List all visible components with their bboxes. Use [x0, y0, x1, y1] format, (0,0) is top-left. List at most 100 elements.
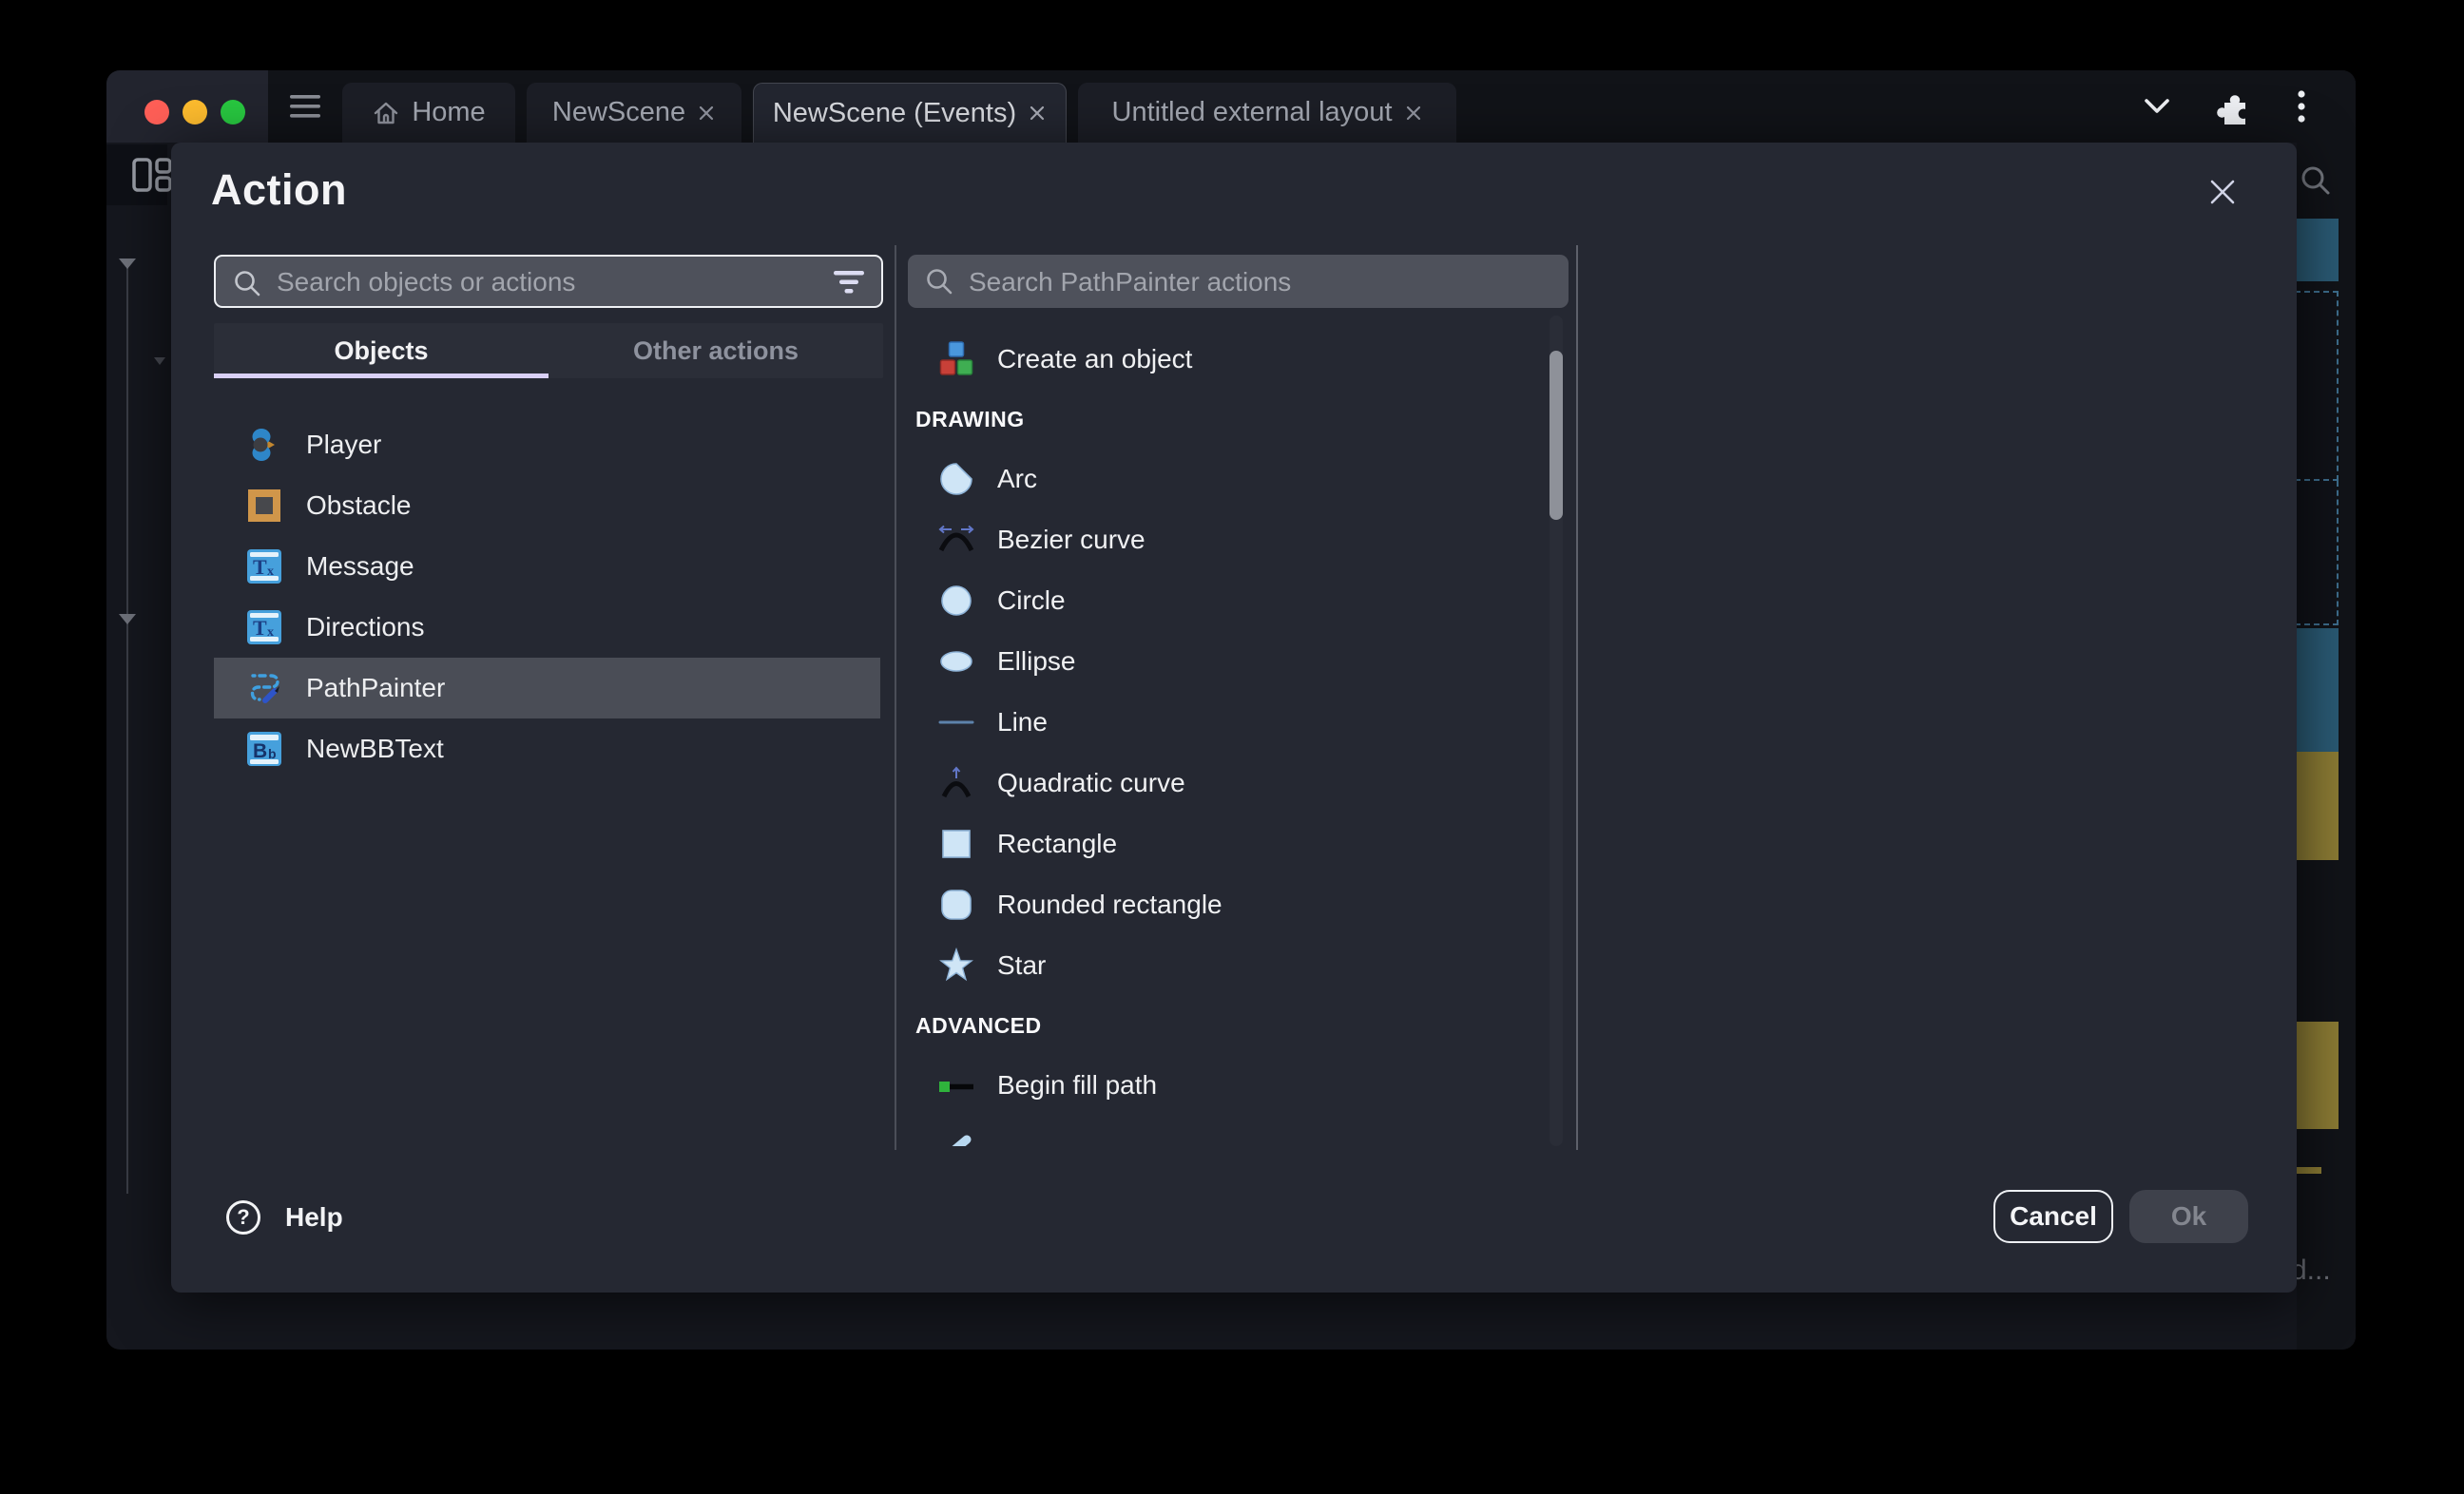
action-item-begin-fill-path[interactable]: Begin fill path [908, 1055, 1535, 1116]
extensions-puzzle-icon[interactable] [2217, 88, 2253, 124]
home-icon [372, 100, 400, 126]
tab-bar: Home NewScene NewScene (Events) Untitled… [106, 70, 2356, 143]
tab-label: Untitled external layout [1112, 97, 1393, 128]
quadratic-curve-icon [936, 763, 976, 803]
objects-search-input[interactable] [275, 257, 811, 308]
path-painter-icon [245, 669, 283, 707]
help-label: Help [285, 1202, 343, 1233]
collapse-arrow-icon[interactable] [154, 357, 165, 365]
hamburger-icon [290, 94, 322, 119]
action-label: Arc [997, 464, 1037, 494]
star-icon [936, 946, 976, 986]
object-panel-tabs: Objects Other actions [214, 323, 883, 378]
tab-other-actions[interactable]: Other actions [549, 323, 883, 378]
player-icon [245, 426, 283, 464]
action-item-quadratic-curve[interactable]: Quadratic curve [908, 753, 1535, 814]
event-action-block [2295, 752, 2339, 860]
svg-text:x: x [267, 625, 274, 640]
rectangle-icon [936, 824, 976, 864]
object-name: Obstacle [306, 490, 412, 521]
collapse-arrow-icon[interactable] [119, 259, 136, 269]
collapse-arrow-icon[interactable] [119, 614, 136, 624]
obstacle-icon [245, 487, 283, 525]
action-label: Star [997, 950, 1046, 981]
event-drop-zone [2295, 291, 2339, 481]
action-item-circle[interactable]: Circle [908, 570, 1535, 631]
list-item-obstacle[interactable]: Obstacle [214, 475, 880, 536]
panel-divider [895, 245, 896, 1150]
action-item-rectangle[interactable]: Rectangle [908, 814, 1535, 874]
filter-button[interactable] [830, 269, 868, 297]
tab-label: NewScene [552, 97, 685, 128]
action-item-bezier-curve[interactable]: Bezier curve [908, 509, 1535, 570]
bbtext-object-icon: B b [245, 730, 283, 768]
background-truncated-text: d... [2291, 1255, 2331, 1287]
action-item-create-object[interactable]: Create an object [908, 329, 1535, 390]
list-item-pathpainter[interactable]: PathPainter [214, 658, 880, 718]
create-object-icon [936, 339, 976, 379]
event-drop-zone [2295, 481, 2339, 625]
magnifier-icon [925, 267, 953, 296]
line-icon [936, 702, 976, 742]
cancel-button[interactable]: Cancel [1993, 1190, 2113, 1243]
text-object-icon: T x [245, 608, 283, 646]
minimize-window-button[interactable] [183, 100, 207, 124]
section-header: ADVANCED [908, 996, 1535, 1055]
tab-objects[interactable]: Objects [214, 323, 549, 378]
ok-button[interactable]: Ok [2129, 1190, 2248, 1243]
tab-newscene-events[interactable]: NewScene (Events) [753, 83, 1067, 143]
layout-panels-icon [131, 156, 175, 201]
event-tree-line [126, 266, 128, 1194]
fill-path-icon [936, 1126, 976, 1146]
list-item-directions[interactable]: T x Directions [214, 597, 880, 658]
actions-search-input[interactable] [967, 255, 1498, 310]
close-tab-icon[interactable] [1028, 104, 1047, 123]
objects-search-box [214, 255, 883, 308]
close-window-button[interactable] [144, 100, 169, 124]
events-sheet-right-edge: d... [2297, 143, 2356, 1350]
event-action-block [2295, 1022, 2339, 1129]
tab-label: NewScene (Events) [773, 98, 1016, 129]
close-icon [2207, 177, 2238, 207]
action-item-arc[interactable]: Arc [908, 449, 1535, 509]
action-label: Begin fill path [997, 1070, 1157, 1101]
tab-home[interactable]: Home [342, 83, 515, 143]
close-tab-icon[interactable] [1404, 104, 1423, 123]
magnifier-icon[interactable] [2299, 164, 2333, 199]
main-menu-button[interactable] [290, 94, 322, 119]
actions-list: Create an object DRAWING Arc [908, 329, 1535, 1146]
object-name: NewBBText [306, 734, 444, 764]
action-item-star[interactable]: Star [908, 935, 1535, 996]
action-dialog: Action [171, 143, 2297, 1293]
actions-scrollbar-thumb[interactable] [1550, 351, 1563, 520]
action-label: Create an object [997, 344, 1192, 374]
more-vertical-icon[interactable] [2297, 89, 2306, 124]
dialog-title: Action [211, 165, 347, 215]
magnifier-icon [233, 269, 261, 297]
action-item-ellipse[interactable]: Ellipse [908, 631, 1535, 692]
object-name: Directions [306, 612, 424, 642]
chevron-down-icon[interactable] [2141, 96, 2173, 117]
filter-list-icon [833, 269, 865, 296]
text-object-icon: T x [245, 547, 283, 585]
tab-newscene[interactable]: NewScene [527, 83, 741, 143]
object-name: Player [306, 430, 381, 460]
action-item-partially-visible[interactable] [908, 1116, 1535, 1146]
list-item-player[interactable]: Player [214, 414, 880, 475]
action-item-rounded-rectangle[interactable]: Rounded rectangle [908, 874, 1535, 935]
zoom-window-button[interactable] [221, 100, 245, 124]
list-item-newbbtext[interactable]: B b NewBBText [214, 718, 880, 779]
list-item-message[interactable]: T x Message [214, 536, 880, 597]
action-label: Quadratic curve [997, 768, 1185, 798]
svg-text:T: T [253, 555, 267, 579]
begin-fill-path-icon [936, 1065, 976, 1105]
action-item-line[interactable]: Line [908, 692, 1535, 753]
tab-label: Home [412, 97, 485, 128]
event-condition-block [2295, 219, 2339, 281]
svg-text:T: T [253, 616, 267, 640]
svg-text:?: ? [237, 1205, 249, 1229]
help-button[interactable]: ? Help [224, 1193, 343, 1242]
close-dialog-button[interactable] [2205, 176, 2240, 210]
tab-untitled-external-layout[interactable]: Untitled external layout [1078, 83, 1456, 143]
close-tab-icon[interactable] [697, 104, 716, 123]
